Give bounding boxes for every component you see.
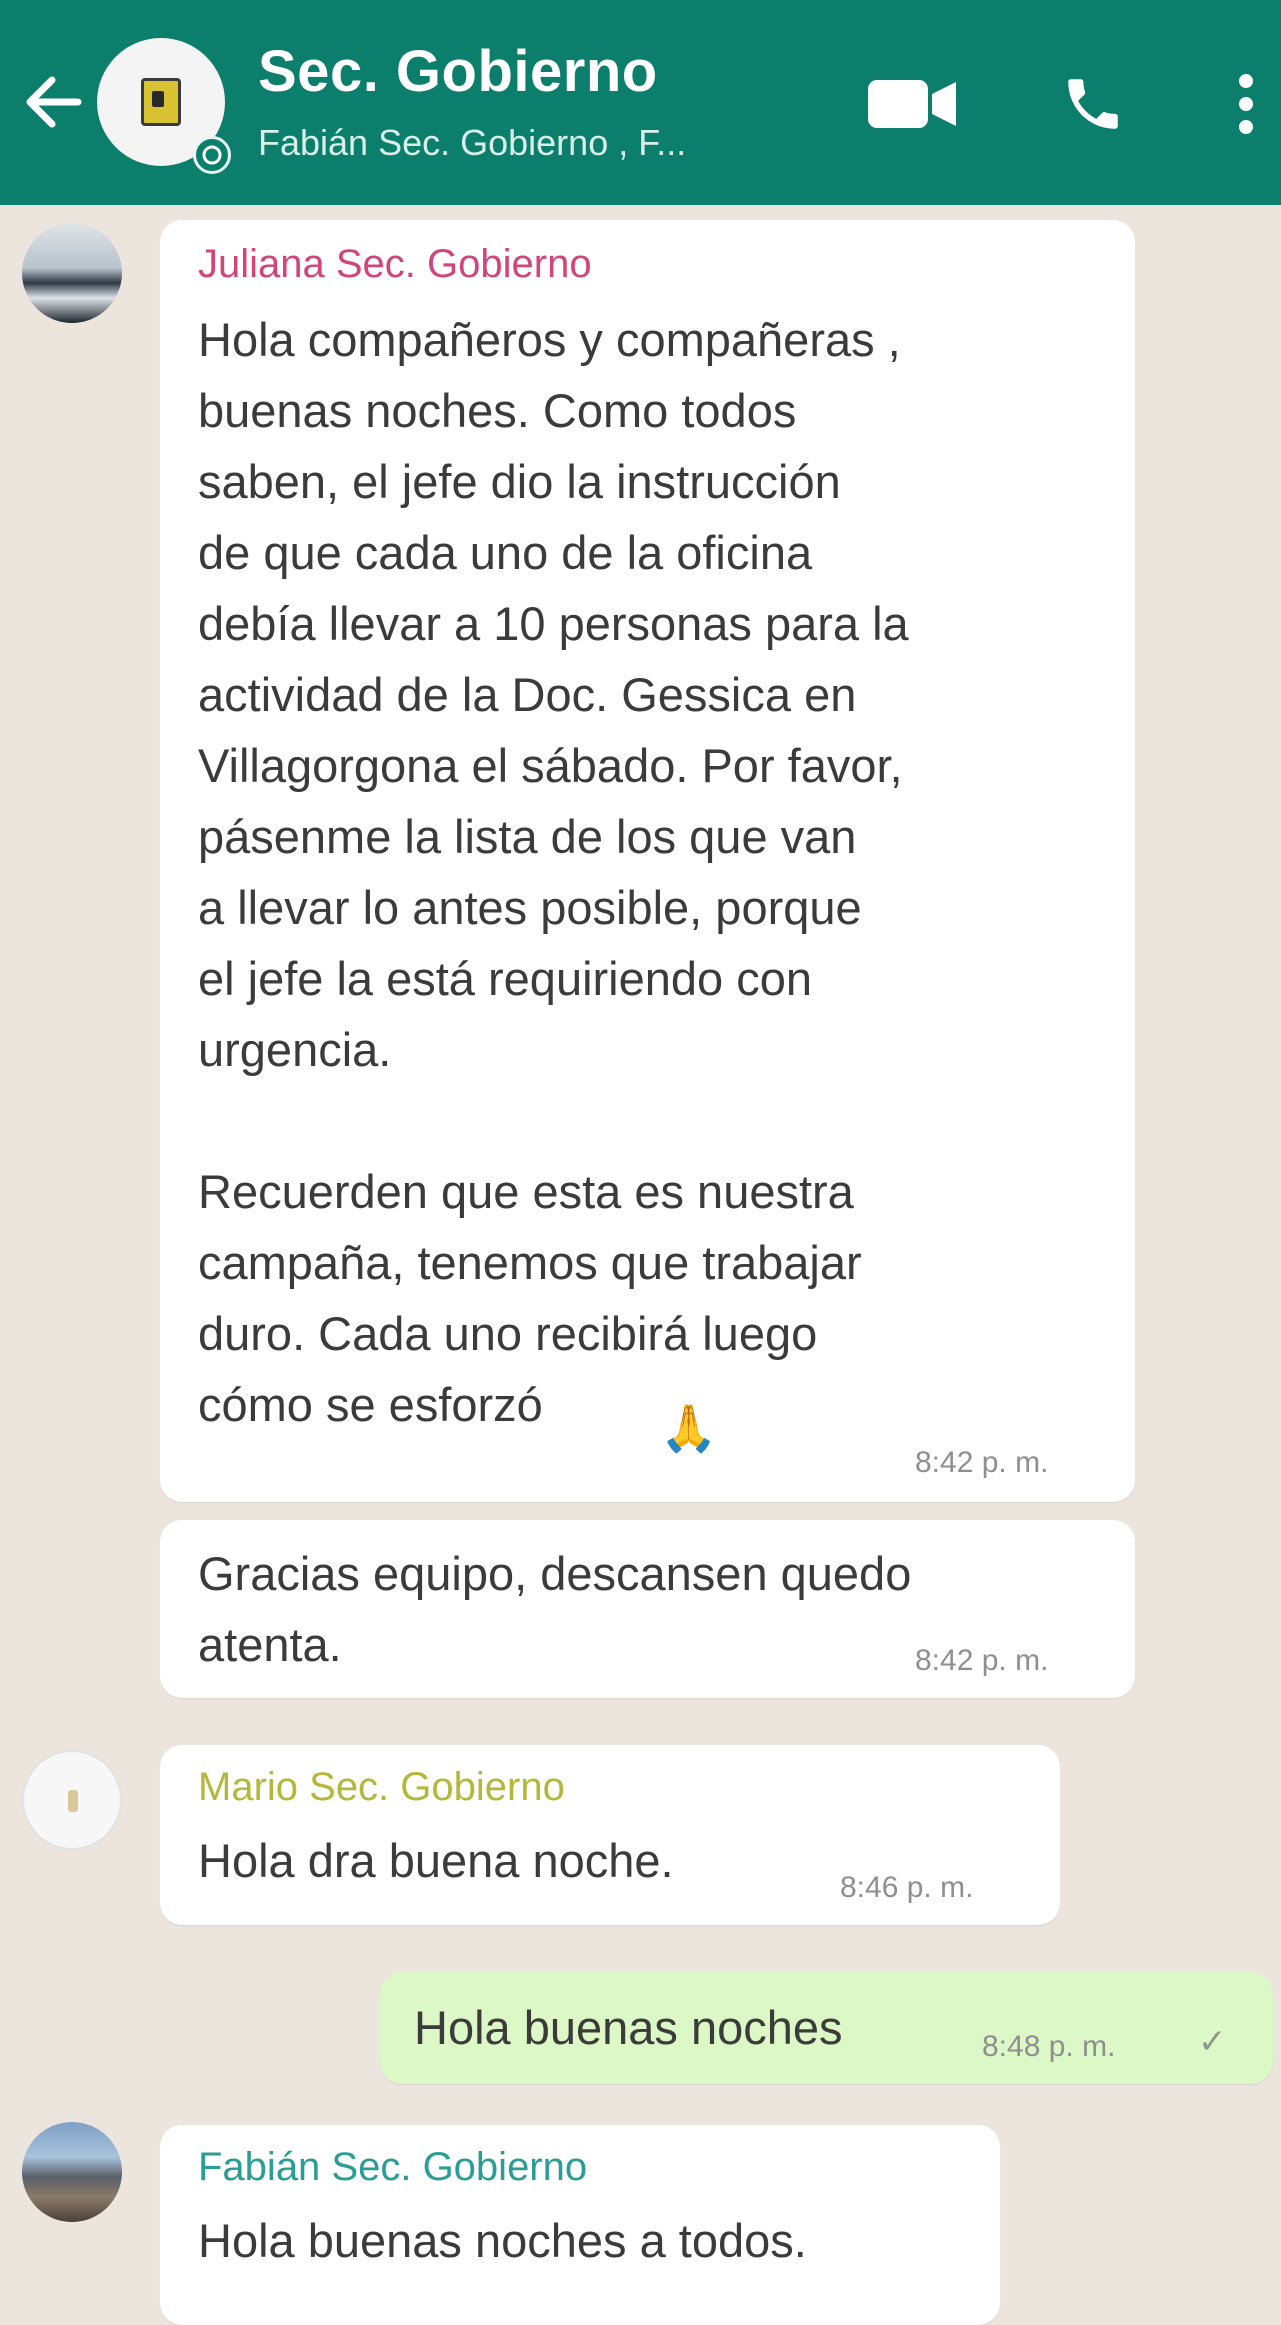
avatar[interactable] bbox=[22, 1750, 122, 1850]
message-time: 8:42 p. m. bbox=[915, 1644, 1049, 1677]
message-time: 8:42 p. m. bbox=[915, 1446, 1049, 1479]
message-text: Gracias equipo, descansen quedo atenta. bbox=[198, 1547, 912, 1671]
message-bubble[interactable]: Mario Sec. Gobierno Hola dra buena noche… bbox=[160, 1745, 1060, 1925]
message-bubble[interactable]: Juliana Sec. Gobierno Hola compañeros y … bbox=[160, 220, 1135, 1502]
back-button[interactable] bbox=[18, 62, 88, 142]
message-time: 8:48 p. m. bbox=[982, 2030, 1116, 2063]
video-call-button[interactable] bbox=[862, 62, 962, 146]
group-emblem-icon bbox=[141, 78, 181, 126]
video-camera-icon bbox=[868, 80, 956, 128]
sender-name[interactable]: Mario Sec. Gobierno bbox=[198, 1765, 565, 1810]
sent-check-icon: ✓ bbox=[1198, 2023, 1227, 2061]
avatar[interactable] bbox=[22, 2122, 122, 2222]
sender-name[interactable]: Juliana Sec. Gobierno bbox=[198, 242, 592, 287]
outgoing-message-bubble[interactable]: Hola buenas noches 8:48 p. m. ✓ bbox=[380, 1972, 1273, 2084]
community-icon bbox=[193, 136, 231, 174]
more-options-button[interactable] bbox=[1218, 62, 1274, 146]
chat-header: Sec. Gobierno Fabián Sec. Gobierno , F..… bbox=[0, 0, 1281, 205]
arrow-back-icon bbox=[26, 76, 82, 128]
message-text: Hola buenas noches a todos. bbox=[198, 2214, 807, 2267]
message-text: Hola dra buena noche. bbox=[198, 1834, 674, 1887]
avatar[interactable] bbox=[22, 223, 122, 323]
message-time: 8:46 p. m. bbox=[840, 1871, 974, 1904]
sender-name[interactable]: Fabián Sec. Gobierno bbox=[198, 2145, 587, 2190]
message-bubble[interactable]: Fabián Sec. Gobierno Hola buenas noches … bbox=[160, 2125, 1000, 2325]
group-members[interactable]: Fabián Sec. Gobierno , F... bbox=[258, 122, 818, 164]
phone-icon bbox=[1068, 79, 1118, 129]
voice-call-button[interactable] bbox=[1048, 62, 1138, 146]
more-vertical-icon bbox=[1239, 74, 1253, 134]
message-text: Hola buenas noches bbox=[414, 2001, 843, 2054]
message-bubble[interactable]: Gracias equipo, descansen quedo atenta. … bbox=[160, 1520, 1135, 1698]
group-title[interactable]: Sec. Gobierno bbox=[258, 38, 658, 105]
folded-hands-emoji: 🙏 bbox=[660, 1402, 718, 1454]
message-text: Hola compañeros y compañeras , buenas no… bbox=[198, 313, 909, 1431]
